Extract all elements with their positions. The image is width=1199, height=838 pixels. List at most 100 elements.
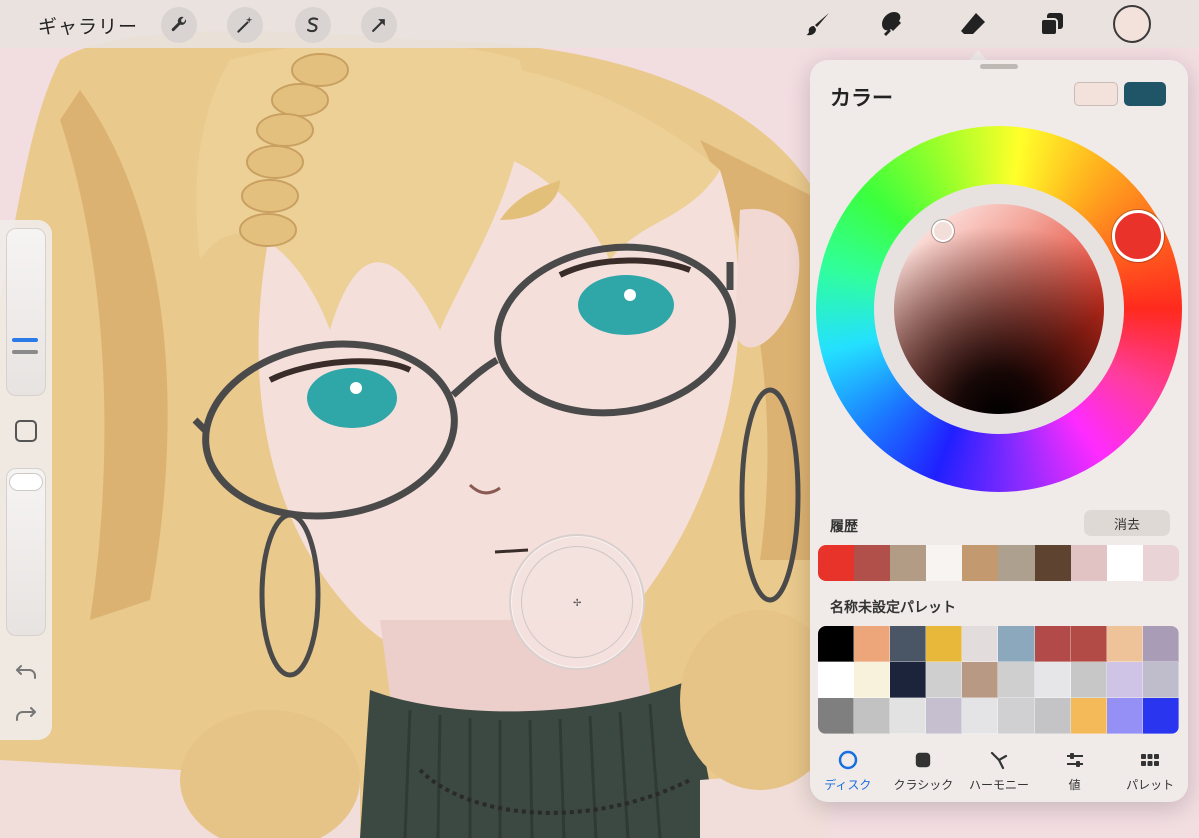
- color-picker-button[interactable]: [1113, 5, 1151, 43]
- history-swatch[interactable]: [962, 545, 999, 581]
- history-swatch[interactable]: [1142, 545, 1179, 581]
- tab-disc[interactable]: ディスク: [811, 742, 885, 793]
- tab-palette-grid[interactable]: パレット: [1113, 742, 1187, 793]
- history-swatch[interactable]: [1106, 545, 1143, 581]
- color-mode-tabs: ディスク クラシック ハーモニー 値 パレット: [810, 742, 1188, 800]
- redo-icon[interactable]: [13, 700, 39, 726]
- tab-classic-square[interactable]: クラシック: [886, 742, 960, 793]
- actions-button[interactable]: [161, 7, 197, 43]
- clear-history-button[interactable]: 消去: [1084, 510, 1170, 536]
- palette-swatch[interactable]: [890, 662, 927, 698]
- palette-swatch[interactable]: [1070, 626, 1107, 662]
- layers-icon: [1040, 13, 1063, 36]
- layers-button[interactable]: [1034, 6, 1070, 42]
- palette-grid-icon: [1140, 750, 1160, 770]
- history-swatches: [818, 545, 1179, 581]
- saturation-knob[interactable]: [932, 220, 954, 242]
- palette-swatches: [818, 626, 1179, 734]
- tab-label: 値: [1068, 778, 1081, 792]
- opacity-slider[interactable]: [6, 468, 46, 636]
- brush-size-marker: [12, 350, 38, 354]
- history-swatch[interactable]: [1070, 545, 1107, 581]
- palette-swatch[interactable]: [818, 662, 855, 698]
- opacity-thumb[interactable]: [9, 473, 43, 491]
- palette-swatch[interactable]: [1070, 662, 1107, 698]
- tab-label: ディスク: [824, 778, 872, 792]
- eraser-tool-button[interactable]: [955, 6, 991, 42]
- color-panel: カラー 履歴 消去 名称未設定パレット ディスク クラシック ハーモニー 値 パレット: [810, 60, 1188, 802]
- palette-swatch[interactable]: [1034, 662, 1071, 698]
- palette-swatch[interactable]: [1034, 698, 1071, 734]
- history-swatch[interactable]: [1034, 545, 1071, 581]
- palette-swatch[interactable]: [854, 662, 891, 698]
- palette-swatch[interactable]: [1106, 662, 1143, 698]
- palette-swatch[interactable]: [1142, 698, 1179, 734]
- palette-swatch[interactable]: [890, 626, 927, 662]
- color-disc[interactable]: [816, 126, 1182, 492]
- classic-square-icon: [913, 750, 933, 770]
- brush-icon: [806, 13, 829, 36]
- eraser-icon: [961, 13, 985, 34]
- gallery-button[interactable]: ギャラリー: [38, 12, 138, 39]
- top-toolbar: ギャラリー: [0, 0, 1199, 48]
- brush-cursor-preview: ✢: [509, 534, 645, 670]
- palette-swatch[interactable]: [1106, 698, 1143, 734]
- palette-swatch[interactable]: [926, 698, 963, 734]
- smudge-icon: [882, 12, 901, 36]
- palette-swatch[interactable]: [1034, 626, 1071, 662]
- palette-swatch[interactable]: [926, 626, 963, 662]
- panel-grabber[interactable]: [980, 64, 1018, 69]
- brush-size-slider[interactable]: [6, 228, 46, 396]
- tab-sliders[interactable]: 値: [1038, 742, 1112, 793]
- palette-swatch[interactable]: [962, 662, 999, 698]
- history-label: 履歴: [830, 519, 858, 535]
- brush-size-thumb[interactable]: [12, 338, 38, 342]
- history-swatch[interactable]: [854, 545, 891, 581]
- undo-icon[interactable]: [13, 658, 39, 684]
- color-panel-title: カラー: [830, 86, 893, 110]
- palette-swatch[interactable]: [890, 698, 927, 734]
- palette-swatch[interactable]: [1142, 626, 1179, 662]
- saturation-brightness-disc[interactable]: [894, 204, 1104, 414]
- palette-swatch[interactable]: [854, 626, 891, 662]
- palette-swatch[interactable]: [962, 626, 999, 662]
- harmony-icon: [989, 750, 1009, 770]
- tab-label: パレット: [1126, 778, 1175, 792]
- transform-arrow-icon: [372, 19, 385, 32]
- selection-button[interactable]: [295, 7, 331, 43]
- selection-icon: [306, 17, 319, 33]
- left-sidebar: [0, 220, 52, 740]
- sliders-icon: [1065, 750, 1085, 770]
- tab-label: クラシック: [893, 778, 954, 792]
- palette-swatch[interactable]: [998, 698, 1035, 734]
- wrench-icon: [171, 16, 186, 32]
- palette-swatch[interactable]: [1106, 626, 1143, 662]
- modify-square-button[interactable]: [15, 420, 37, 442]
- tab-label: ハーモニー: [968, 778, 1029, 792]
- adjustments-button[interactable]: [227, 7, 263, 43]
- crosshair-icon: ✢: [573, 598, 582, 609]
- smudge-tool-button[interactable]: [876, 6, 912, 42]
- disc-icon: [838, 750, 858, 770]
- secondary-color-swatch[interactable]: [1124, 82, 1166, 106]
- palette-swatch[interactable]: [962, 698, 999, 734]
- palette-swatch[interactable]: [926, 662, 963, 698]
- primary-color-swatch[interactable]: [1074, 82, 1118, 106]
- palette-swatch[interactable]: [998, 662, 1035, 698]
- palette-swatch[interactable]: [1070, 698, 1107, 734]
- history-swatch[interactable]: [818, 545, 855, 581]
- history-swatch[interactable]: [890, 545, 927, 581]
- palette-swatch[interactable]: [998, 626, 1035, 662]
- transform-button[interactable]: [361, 7, 397, 43]
- history-swatch[interactable]: [926, 545, 963, 581]
- palette-swatch[interactable]: [818, 698, 855, 734]
- palette-swatch[interactable]: [1142, 662, 1179, 698]
- palette-name-label: 名称未設定パレット: [830, 600, 956, 616]
- magic-wand-icon: [237, 16, 253, 33]
- hue-knob[interactable]: [1112, 210, 1164, 262]
- palette-swatch[interactable]: [854, 698, 891, 734]
- palette-swatch[interactable]: [818, 626, 855, 662]
- brush-tool-button[interactable]: [800, 6, 836, 42]
- history-swatch[interactable]: [998, 545, 1035, 581]
- tab-harmony[interactable]: ハーモニー: [962, 742, 1036, 793]
